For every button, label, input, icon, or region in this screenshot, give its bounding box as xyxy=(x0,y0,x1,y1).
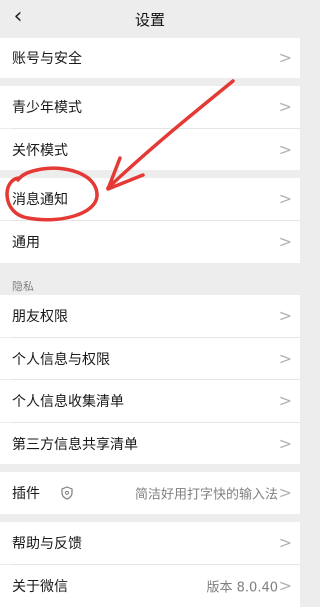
settings-item-general[interactable]: 通用 > xyxy=(0,221,300,263)
chevron-right-icon: > xyxy=(278,348,292,368)
settings-item-help-feedback[interactable]: 帮助与反馈 > xyxy=(0,522,300,564)
settings-item-label: 插件 xyxy=(12,486,40,502)
plugins-value: 简洁好用打字快的输入法 xyxy=(134,487,278,503)
chevron-right-icon: > xyxy=(278,48,292,67)
chevron-right-icon: > xyxy=(278,576,292,595)
settings-item-youth-mode[interactable]: 青少年模式 > xyxy=(0,86,300,128)
settings-item-label: 个人信息收集清单 xyxy=(12,394,124,410)
chevron-right-icon: > xyxy=(278,189,292,208)
chevron-right-icon: > xyxy=(278,306,292,325)
settings-item-care-mode[interactable]: 关怀模式 > xyxy=(0,129,300,170)
settings-item-personal-info-permissions[interactable]: 个人信息与权限 > xyxy=(0,338,300,379)
chevron-right-icon: > xyxy=(278,483,292,502)
settings-item-label: 关怀模式 xyxy=(12,142,68,159)
chevron-right-icon: > xyxy=(278,391,292,410)
section-header-privacy: 隐私 xyxy=(12,280,34,293)
version-value: 版本 8.0.40 xyxy=(206,580,278,596)
settings-item-third-party-sharing-list[interactable]: 第三方信息共享清单 > xyxy=(0,423,300,464)
chevron-right-icon: > xyxy=(278,533,292,552)
settings-item-label: 帮助与反馈 xyxy=(12,536,82,552)
settings-item-plugins[interactable]: 插件 简洁好用打字快的输入法 > xyxy=(0,472,300,514)
settings-item-label: 朋友权限 xyxy=(12,309,68,325)
settings-item-label: 个人信息与权限 xyxy=(12,351,110,368)
chevron-right-icon: > xyxy=(278,97,292,116)
settings-item-label: 第三方信息共享清单 xyxy=(12,436,138,453)
chevron-right-icon: > xyxy=(278,433,292,453)
page-title: 设置 xyxy=(134,11,165,29)
settings-item-label: 消息通知 xyxy=(12,192,68,208)
settings-item-label: 通用 xyxy=(12,235,40,251)
settings-item-label: 青少年模式 xyxy=(12,100,82,116)
settings-item-label: 账号与安全 xyxy=(12,51,82,67)
settings-item-account-security[interactable]: 账号与安全 > xyxy=(0,38,300,78)
settings-item-about-wechat[interactable]: 关于微信 版本 8.0.40 > xyxy=(0,565,300,607)
chevron-right-icon: > xyxy=(278,139,292,159)
settings-item-label: 关于微信 xyxy=(12,579,68,595)
settings-item-message-notification[interactable]: 消息通知 > xyxy=(0,178,300,220)
plugin-shield-icon xyxy=(61,486,73,500)
settings-item-friend-permissions[interactable]: 朋友权限 > xyxy=(0,295,300,337)
settings-item-info-collection-list[interactable]: 个人信息收集清单 > xyxy=(0,380,300,422)
navigation-bar: ‹ 设置 xyxy=(0,0,300,36)
chevron-right-icon: > xyxy=(278,232,292,251)
